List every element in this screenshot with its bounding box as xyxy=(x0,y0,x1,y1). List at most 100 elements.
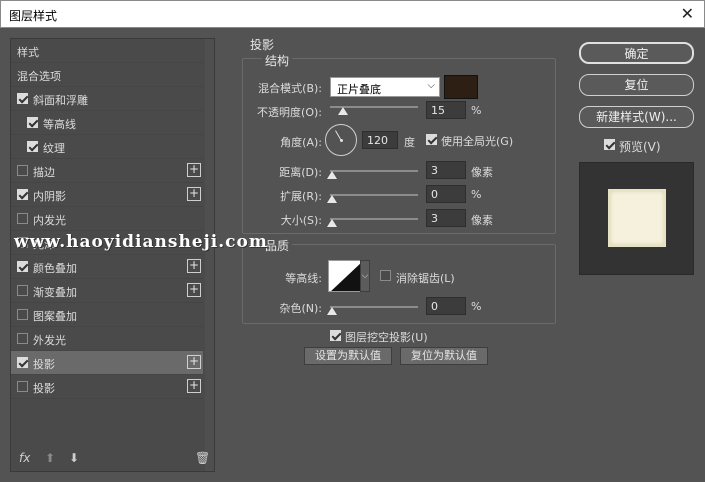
distance-input[interactable]: 3 xyxy=(426,161,466,179)
window-title: 图层样式 xyxy=(9,9,58,23)
styles-list: fx ⬆ ⬇ 🗑 样式 混合选项 斜面和浮雕 等高线 纹理 描边 + 内阴影 + 内发光 光泽 颜色叠… xyxy=(10,38,215,472)
sidebar-item-checkbox[interactable] xyxy=(27,117,38,128)
size-slider[interactable] xyxy=(327,214,418,227)
sidebar-item-checkbox[interactable] xyxy=(17,333,28,344)
sidebar-item-label: 内发光 xyxy=(33,214,66,227)
move-up-icon[interactable]: ⬆ xyxy=(45,451,55,465)
blend-mode-dropdown[interactable]: 正片叠底 ⌵ xyxy=(330,77,440,97)
size-unit: 像素 xyxy=(471,214,493,227)
distance-unit: 像素 xyxy=(471,166,493,179)
add-effect-icon[interactable]: + xyxy=(187,163,201,177)
sidebar-item-label: 内阴影 xyxy=(33,190,66,203)
add-effect-icon[interactable]: + xyxy=(187,283,201,297)
ok-button[interactable]: 确定 xyxy=(579,42,694,64)
distance-label: 距离(D): xyxy=(279,166,322,179)
sidebar-item[interactable]: 内发光 xyxy=(11,207,203,231)
sidebar-item-label: 等高线 xyxy=(43,118,76,131)
opacity-slider[interactable] xyxy=(330,102,418,115)
styles-list-toolbar: fx ⬆ ⬇ 🗑 xyxy=(11,445,210,471)
sidebar-item-checkbox[interactable] xyxy=(17,285,28,296)
spread-unit: % xyxy=(471,188,482,201)
contour-preview[interactable] xyxy=(328,260,362,292)
reset-button[interactable]: 复位 xyxy=(579,74,694,96)
spread-slider-thumb[interactable] xyxy=(327,195,337,203)
sidebar-item-checkbox[interactable] xyxy=(17,357,28,368)
sidebar-item[interactable]: 颜色叠加 + xyxy=(11,255,203,279)
sidebar-item[interactable]: 图案叠加 xyxy=(11,303,203,327)
sidebar-item[interactable]: 纹理 xyxy=(11,135,203,159)
make-default-button[interactable]: 设置为默认值 xyxy=(304,347,392,365)
noise-input[interactable]: 0 xyxy=(426,297,466,315)
shadow-color-swatch[interactable] xyxy=(444,75,478,99)
sidebar-item-label: 颜色叠加 xyxy=(33,262,77,275)
sidebar-item[interactable]: 样式 xyxy=(11,39,203,63)
spread-slider[interactable] xyxy=(327,190,418,203)
spread-input[interactable]: 0 xyxy=(426,185,466,203)
sidebar-item[interactable]: 渐变叠加 + xyxy=(11,279,203,303)
antialias-label: 消除锯齿(L) xyxy=(396,272,455,285)
distance-slider[interactable] xyxy=(327,166,418,179)
sidebar-item-label: 投影 xyxy=(33,358,55,371)
title-bar: 图层样式 ✕ xyxy=(0,0,705,28)
sidebar-item-label: 纹理 xyxy=(43,142,65,155)
size-input[interactable]: 3 xyxy=(426,209,466,227)
sidebar-item-checkbox[interactable] xyxy=(17,261,28,272)
antialias-checkbox[interactable] xyxy=(380,270,391,281)
sidebar-item-label: 斜面和浮雕 xyxy=(33,94,88,107)
add-effect-icon[interactable]: + xyxy=(187,379,201,393)
size-label: 大小(S): xyxy=(280,214,322,227)
angle-dial[interactable] xyxy=(325,124,357,156)
sidebar-item[interactable]: 斜面和浮雕 xyxy=(11,87,203,111)
sidebar-item-checkbox[interactable] xyxy=(17,309,28,320)
move-down-icon[interactable]: ⬇ xyxy=(69,451,79,465)
new-style-button[interactable]: 新建样式(W)... xyxy=(579,106,694,128)
styles-list-scrollbar[interactable] xyxy=(205,39,214,471)
angle-input[interactable]: 120 xyxy=(362,131,398,149)
sidebar-item-label: 渐变叠加 xyxy=(33,286,77,299)
blend-mode-value: 正片叠底 xyxy=(337,83,381,96)
trash-icon[interactable]: 🗑 xyxy=(195,451,210,465)
contour-curve-icon xyxy=(331,262,361,291)
angle-label: 角度(A): xyxy=(280,136,322,149)
sidebar-item-checkbox[interactable] xyxy=(17,189,28,200)
add-effect-icon[interactable]: + xyxy=(187,187,201,201)
sidebar-item-label: 外发光 xyxy=(33,334,66,347)
opacity-slider-thumb[interactable] xyxy=(338,107,349,115)
sidebar-item-checkbox[interactable] xyxy=(27,141,38,152)
add-effect-icon[interactable]: + xyxy=(187,355,201,369)
sidebar-item-checkbox[interactable] xyxy=(17,165,28,176)
add-effect-icon[interactable]: + xyxy=(187,259,201,273)
sidebar-item-checkbox[interactable] xyxy=(17,93,28,104)
noise-unit: % xyxy=(471,300,482,313)
noise-slider-thumb[interactable] xyxy=(327,307,337,315)
sidebar-item-checkbox[interactable] xyxy=(17,381,28,392)
sidebar-item[interactable]: 混合选项 xyxy=(11,63,203,87)
sidebar-item[interactable]: 描边 + xyxy=(11,159,203,183)
fx-icon[interactable]: fx xyxy=(19,451,30,465)
sidebar-item-checkbox[interactable] xyxy=(17,213,28,224)
distance-slider-thumb[interactable] xyxy=(327,171,337,179)
preview-checkbox[interactable] xyxy=(604,139,615,150)
sidebar-item-label: 图案叠加 xyxy=(33,310,77,323)
opacity-input[interactable]: 15 xyxy=(426,101,466,119)
reset-default-button[interactable]: 复位为默认值 xyxy=(400,347,488,365)
knockout-checkbox[interactable] xyxy=(330,330,341,341)
noise-label: 杂色(N): xyxy=(279,302,322,315)
contour-dropdown-arrow[interactable]: ⌵ xyxy=(360,260,370,292)
sidebar-item[interactable]: 等高线 xyxy=(11,111,203,135)
noise-slider[interactable] xyxy=(327,302,418,315)
sidebar-item-label: 样式 xyxy=(17,46,39,59)
close-icon[interactable]: ✕ xyxy=(681,4,694,23)
sidebar-item[interactable]: 投影 + xyxy=(11,375,203,399)
preview-thumbnail xyxy=(608,189,666,247)
sidebar-item[interactable]: 外发光 xyxy=(11,327,203,351)
sidebar-item[interactable]: 内阴影 + xyxy=(11,183,203,207)
opacity-label: 不透明度(O): xyxy=(257,106,322,119)
global-light-checkbox[interactable] xyxy=(426,134,437,145)
sidebar-item[interactable]: 投影 + xyxy=(11,351,203,375)
contour-label: 等高线: xyxy=(285,272,322,285)
sidebar-item-label: 投影 xyxy=(33,382,55,395)
preview-label: 预览(V) xyxy=(619,140,661,154)
structure-title: 结构 xyxy=(262,52,293,69)
size-slider-thumb[interactable] xyxy=(327,219,337,227)
